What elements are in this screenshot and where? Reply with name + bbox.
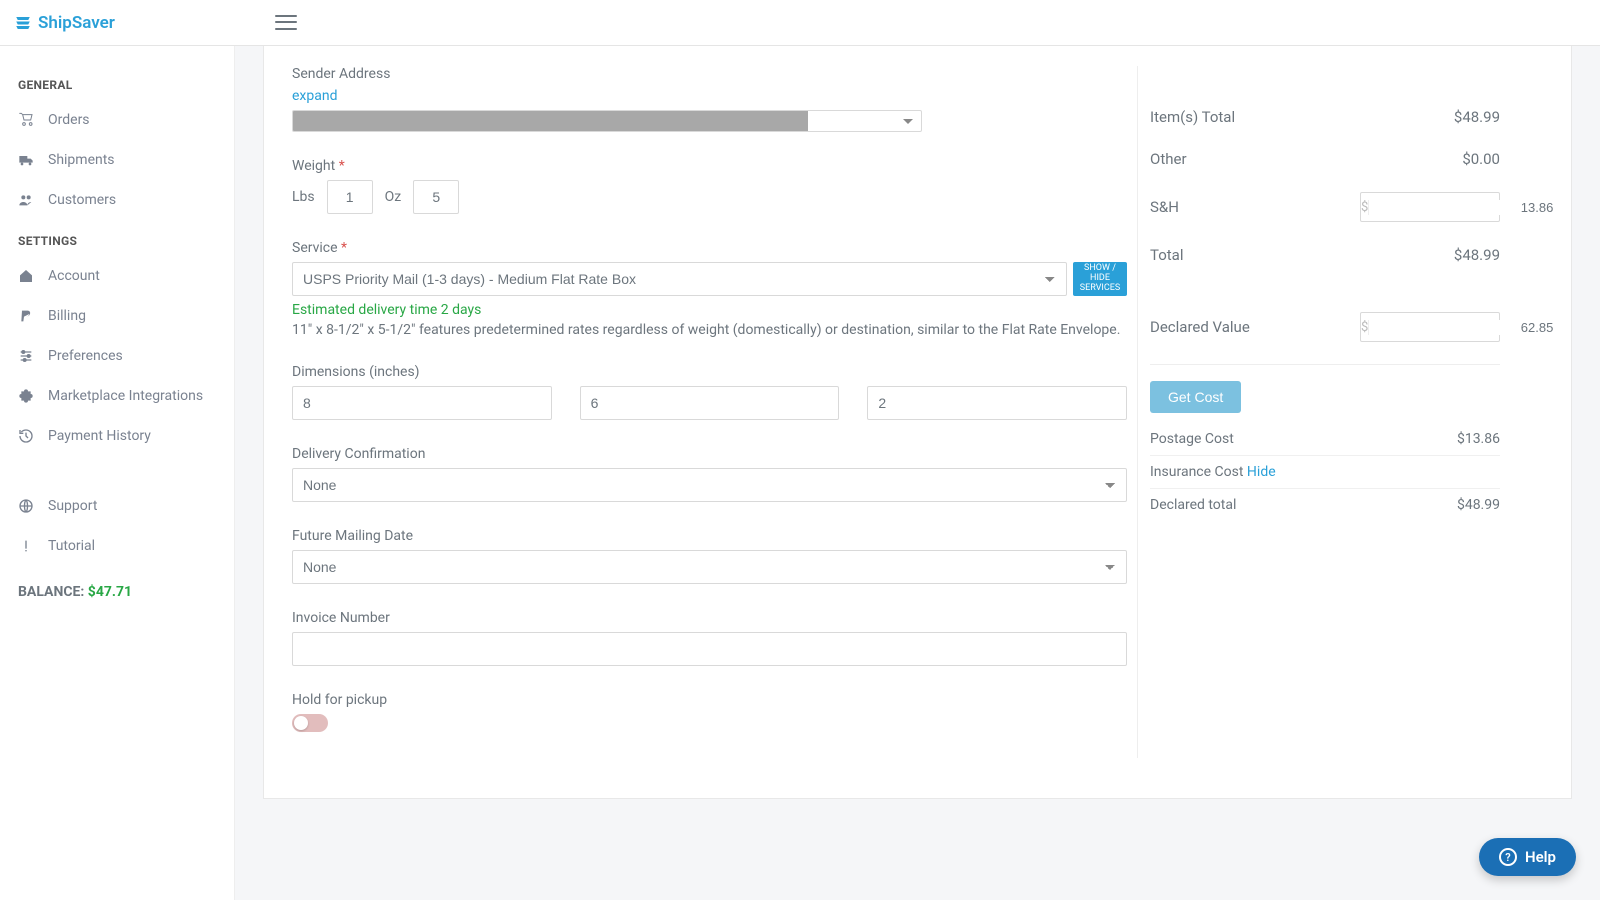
invoice-number-input[interactable] bbox=[292, 632, 1127, 666]
help-label: Help bbox=[1525, 848, 1556, 866]
sh-input-wrap: $ bbox=[1360, 192, 1500, 222]
sidebar-item-label: Payment History bbox=[48, 428, 151, 444]
sender-address-label: Sender Address bbox=[292, 66, 1127, 82]
currency-symbol: $ bbox=[1361, 200, 1369, 215]
dim-height-input[interactable] bbox=[867, 386, 1127, 420]
summary-panel: Item(s) Total $48.99 Other $0.00 S&H $ bbox=[1137, 66, 1532, 758]
sidebar-item-label: Tutorial bbox=[48, 538, 95, 554]
estimated-delivery: Estimated delivery time 2 days bbox=[292, 302, 1127, 318]
dim-width-input[interactable] bbox=[580, 386, 840, 420]
topbar: ShipSaver bbox=[0, 0, 1600, 46]
declared-value-label: Declared Value bbox=[1150, 318, 1250, 336]
home-icon bbox=[18, 268, 34, 284]
lbs-label: Lbs bbox=[292, 189, 315, 205]
sidebar-item-integrations[interactable]: Marketplace Integrations bbox=[0, 376, 234, 416]
declared-total-value: $48.99 bbox=[1457, 497, 1500, 513]
sidebar-item-label: Account bbox=[48, 268, 100, 284]
service-description: 11" x 8-1/2" x 5-1/2" features predeterm… bbox=[292, 322, 1127, 338]
puzzle-icon bbox=[18, 388, 34, 404]
users-icon bbox=[18, 192, 34, 208]
sidebar-item-tutorial[interactable]: Tutorial bbox=[0, 526, 234, 566]
invoice-number-label: Invoice Number bbox=[292, 610, 1127, 626]
show-hide-services-button[interactable]: SHOW / HIDE SERVICES bbox=[1073, 262, 1127, 296]
sh-input[interactable] bbox=[1369, 200, 1561, 215]
oz-input[interactable] bbox=[413, 180, 459, 214]
sidebar-item-preferences[interactable]: Preferences bbox=[0, 336, 234, 376]
sliders-icon bbox=[18, 348, 34, 364]
sidebar-item-label: Preferences bbox=[48, 348, 123, 364]
sender-address-select[interactable] bbox=[292, 110, 922, 132]
balance-label: BALANCE: bbox=[18, 584, 84, 600]
sidebar: GENERAL Orders Shipments Customers SETTI… bbox=[0, 46, 235, 900]
sidebar-item-label: Customers bbox=[48, 192, 116, 208]
currency-symbol: $ bbox=[1361, 320, 1369, 335]
get-cost-button[interactable]: Get Cost bbox=[1150, 381, 1241, 413]
balance-value: $47.71 bbox=[88, 584, 132, 600]
paypal-icon bbox=[18, 308, 34, 324]
service-label: Service * bbox=[292, 240, 1127, 256]
help-button[interactable]: ? Help bbox=[1479, 838, 1576, 876]
delivery-confirmation-select[interactable]: None bbox=[292, 468, 1127, 502]
declared-input-wrap: $ bbox=[1360, 312, 1500, 342]
insurance-hide-link[interactable]: Hide bbox=[1247, 464, 1276, 480]
sidebar-item-support[interactable]: Support bbox=[0, 486, 234, 526]
sidebar-item-orders[interactable]: Orders bbox=[0, 100, 234, 140]
logo-icon bbox=[14, 14, 32, 32]
expand-link[interactable]: expand bbox=[292, 88, 337, 104]
oz-label: Oz bbox=[385, 189, 402, 205]
balance: BALANCE: $47.71 bbox=[0, 566, 234, 618]
items-total-value: $48.99 bbox=[1454, 108, 1500, 126]
logo[interactable]: ShipSaver bbox=[14, 13, 115, 33]
sidebar-item-billing[interactable]: Billing bbox=[0, 296, 234, 336]
insurance-cost-label: Insurance Cost Hide bbox=[1150, 464, 1276, 480]
truck-icon bbox=[18, 152, 34, 168]
sidebar-item-account[interactable]: Account bbox=[0, 256, 234, 296]
service-select[interactable]: USPS Priority Mail (1-3 days) - Medium F… bbox=[292, 262, 1067, 296]
items-total-label: Item(s) Total bbox=[1150, 108, 1235, 126]
sidebar-item-label: Shipments bbox=[48, 152, 115, 168]
sidebar-item-label: Support bbox=[48, 498, 97, 514]
declared-value-input[interactable] bbox=[1369, 320, 1561, 335]
sidebar-item-shipments[interactable]: Shipments bbox=[0, 140, 234, 180]
lbs-input[interactable] bbox=[327, 180, 373, 214]
dim-length-input[interactable] bbox=[292, 386, 552, 420]
sidebar-item-label: Orders bbox=[48, 112, 90, 128]
postage-cost-value: $13.86 bbox=[1457, 431, 1500, 447]
cart-icon bbox=[18, 112, 34, 128]
hold-pickup-toggle[interactable] bbox=[292, 714, 328, 732]
sh-label: S&H bbox=[1150, 198, 1179, 216]
exclamation-icon bbox=[18, 538, 34, 554]
sidebar-item-label: Billing bbox=[48, 308, 86, 324]
globe-icon bbox=[18, 498, 34, 514]
delivery-confirmation-label: Delivery Confirmation bbox=[292, 446, 1127, 462]
menu-toggle[interactable] bbox=[275, 13, 297, 33]
logo-text: ShipSaver bbox=[38, 13, 115, 33]
future-mailing-label: Future Mailing Date bbox=[292, 528, 1127, 544]
future-mailing-select[interactable]: None bbox=[292, 550, 1127, 584]
sidebar-item-label: Marketplace Integrations bbox=[48, 388, 203, 404]
declared-total-label: Declared total bbox=[1150, 497, 1236, 513]
sidebar-heading-general: GENERAL bbox=[0, 70, 234, 100]
sidebar-item-customers[interactable]: Customers bbox=[0, 180, 234, 220]
total-label: Total bbox=[1150, 246, 1184, 264]
dimensions-label: Dimensions (inches) bbox=[292, 364, 1127, 380]
history-icon bbox=[18, 428, 34, 444]
other-value: $0.00 bbox=[1462, 150, 1500, 168]
other-label: Other bbox=[1150, 150, 1187, 168]
hold-pickup-label: Hold for pickup bbox=[292, 692, 1127, 708]
weight-label: Weight * bbox=[292, 158, 1127, 174]
sidebar-heading-settings: SETTINGS bbox=[0, 226, 234, 256]
total-value: $48.99 bbox=[1454, 246, 1500, 264]
postage-cost-label: Postage Cost bbox=[1150, 431, 1234, 447]
help-icon: ? bbox=[1499, 848, 1517, 866]
sidebar-item-payment-history[interactable]: Payment History bbox=[0, 416, 234, 456]
